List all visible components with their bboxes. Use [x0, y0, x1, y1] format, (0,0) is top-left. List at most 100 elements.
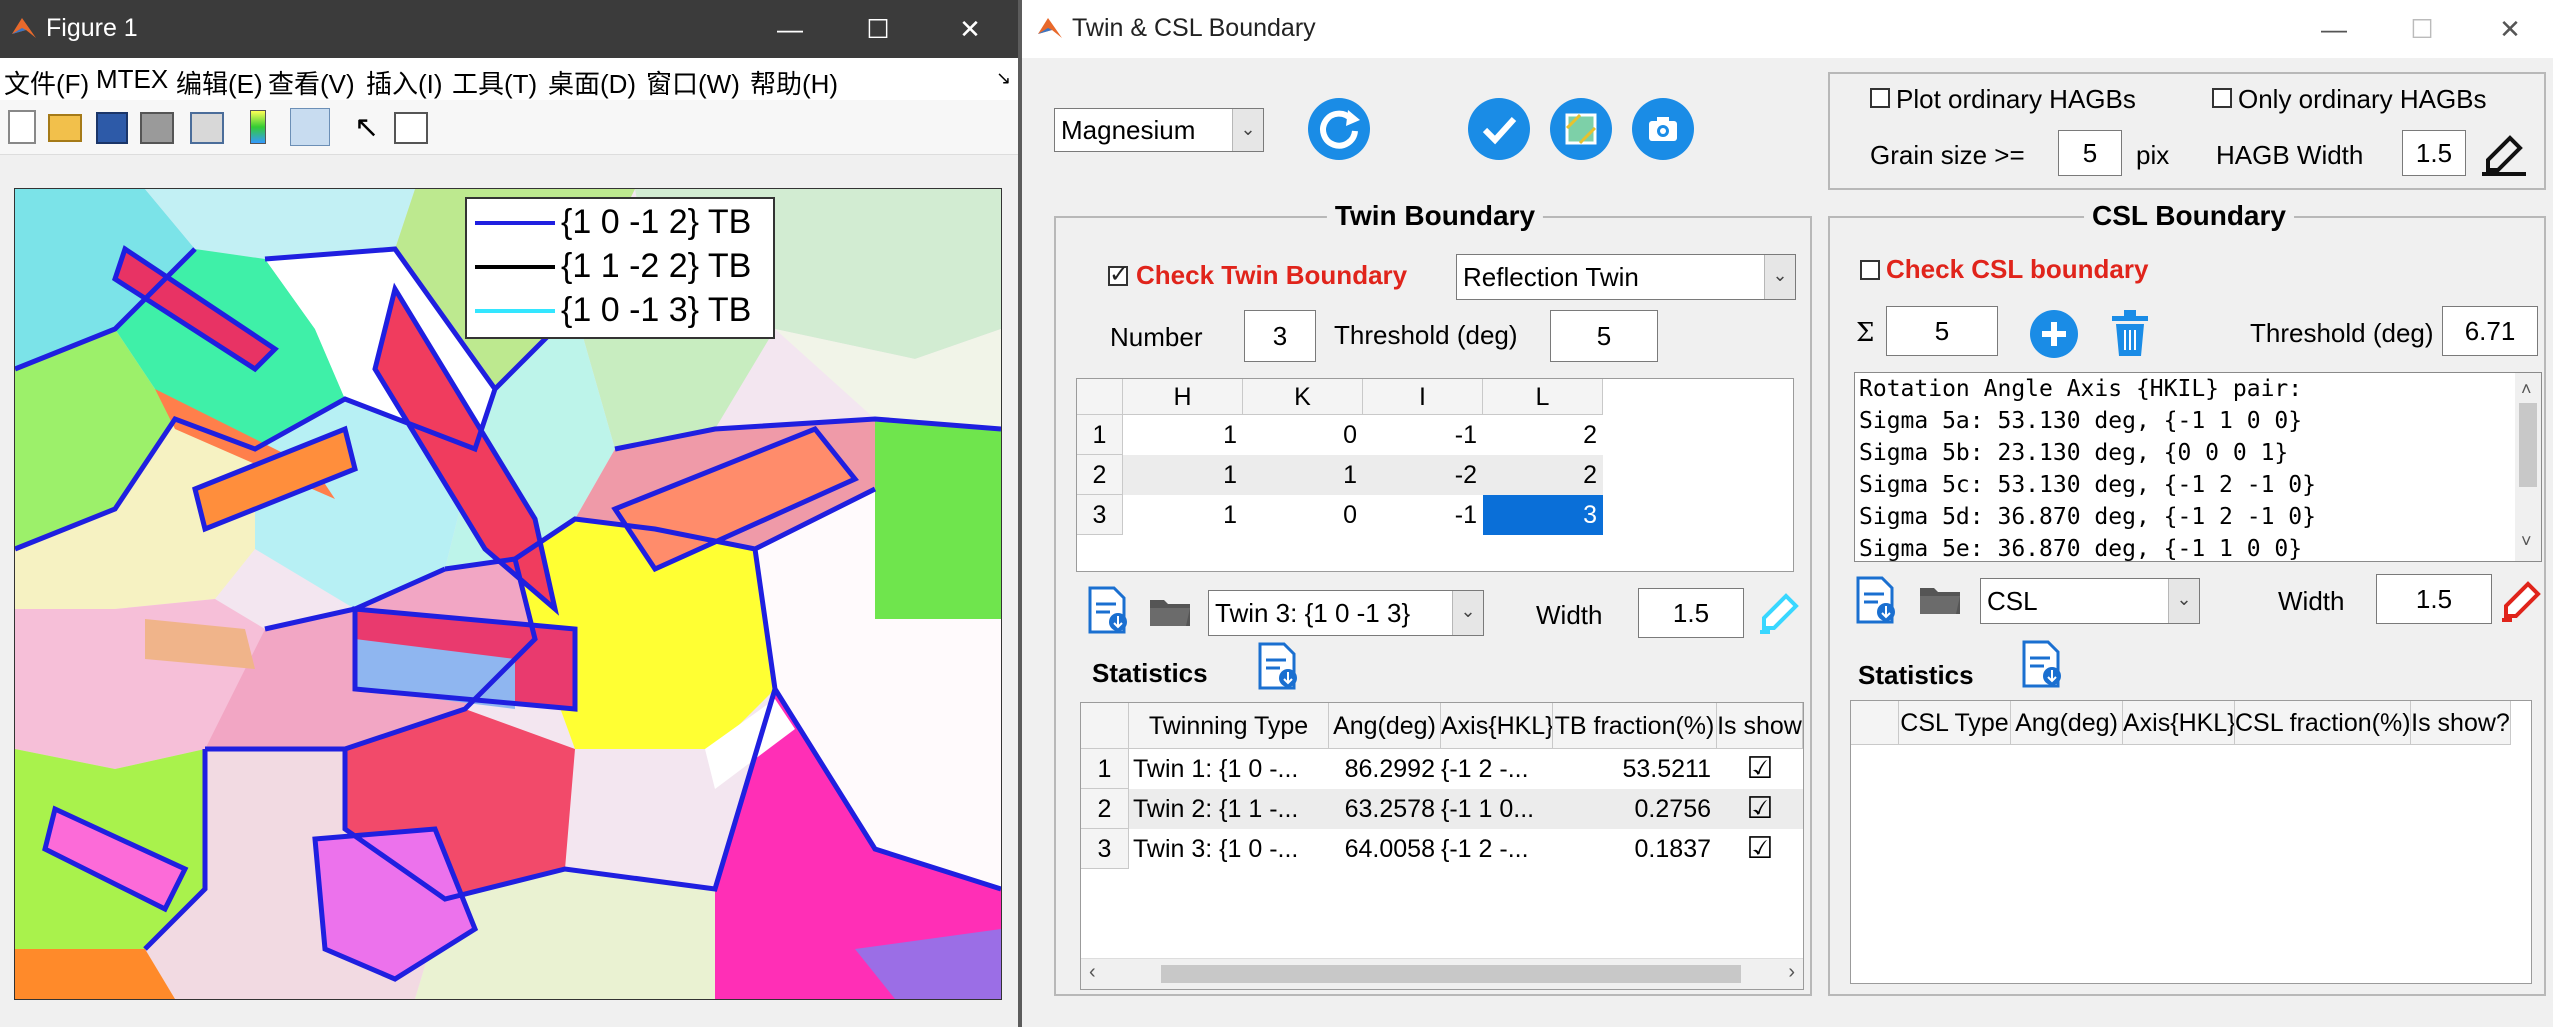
- maximize-icon[interactable]: ☐: [848, 8, 908, 50]
- twin-color-button[interactable]: [1754, 584, 1806, 636]
- table-cell[interactable]: 1: [1123, 495, 1243, 535]
- menu-desktop[interactable]: 桌面(D): [548, 64, 636, 101]
- export-statistics-button[interactable]: [1256, 642, 1300, 690]
- table-cell[interactable]: 0: [1243, 495, 1363, 535]
- map-figure-button[interactable]: [1550, 98, 1612, 160]
- scrollbar-thumb[interactable]: [1161, 965, 1741, 983]
- menu-file[interactable]: 文件(F): [4, 64, 89, 101]
- export-csl-button[interactable]: [1854, 576, 1898, 624]
- table-cell[interactable]: 63.2578: [1329, 789, 1441, 829]
- menu-view[interactable]: 查看(V): [268, 64, 355, 101]
- table-cell-selected[interactable]: 3: [1483, 495, 1603, 535]
- add-sigma-button[interactable]: [2030, 310, 2078, 358]
- twin-type-select[interactable]: Reflection Twin ⌄: [1456, 254, 1796, 300]
- table-cell[interactable]: 0: [1243, 415, 1363, 455]
- table-cell[interactable]: 0.1837: [1553, 829, 1717, 869]
- scroll-up-icon[interactable]: ˄: [2521, 373, 2532, 405]
- is-show-checkbox[interactable]: ☑: [1717, 749, 1803, 789]
- dock-arrow-icon[interactable]: ↘: [996, 68, 1011, 89]
- number-input[interactable]: 3: [1244, 310, 1316, 362]
- minimize-icon[interactable]: —: [2304, 8, 2364, 50]
- table-cell[interactable]: 64.0058: [1329, 829, 1441, 869]
- export-csl-statistics-button[interactable]: [2020, 640, 2064, 688]
- menu-insert[interactable]: 插入(I): [366, 64, 443, 101]
- sigma-input[interactable]: 5: [1886, 306, 1998, 356]
- scroll-right-icon[interactable]: ›: [1788, 961, 1795, 984]
- hagb-color-button[interactable]: [2478, 126, 2530, 178]
- twin-width-input[interactable]: 1.5: [1638, 588, 1744, 638]
- new-figure-icon[interactable]: [8, 110, 36, 144]
- print-icon[interactable]: [140, 112, 174, 144]
- col-header-k[interactable]: K: [1243, 379, 1363, 415]
- table-cell[interactable]: 53.5211: [1553, 749, 1717, 789]
- link-plot-icon[interactable]: [190, 112, 224, 144]
- col-header-is-show[interactable]: Is show?: [2411, 701, 2511, 745]
- col-header-angle[interactable]: Ang(deg): [1329, 703, 1441, 749]
- col-header-i[interactable]: I: [1363, 379, 1483, 415]
- legend-toggle-icon[interactable]: [290, 108, 330, 146]
- colorbar-icon[interactable]: [250, 110, 266, 144]
- table-cell[interactable]: 86.2992: [1329, 749, 1441, 789]
- horizontal-scrollbar[interactable]: ‹ ›: [1081, 958, 1803, 989]
- refresh-button[interactable]: [1308, 98, 1370, 160]
- open-folder-button[interactable]: [1148, 594, 1192, 628]
- col-header-axis[interactable]: Axis{HKL}: [1441, 703, 1553, 749]
- selected-twin-select[interactable]: Twin 3: {1 0 -1 3} ⌄: [1208, 590, 1484, 636]
- table-cell[interactable]: 2: [1483, 415, 1603, 455]
- table-cell[interactable]: {-1 2 -...: [1441, 829, 1553, 869]
- scroll-down-icon[interactable]: ˅: [2521, 525, 2532, 557]
- table-cell[interactable]: 1: [1123, 455, 1243, 495]
- col-header-tb-fraction[interactable]: TB fraction(%): [1553, 703, 1717, 749]
- table-cell[interactable]: -1: [1363, 415, 1483, 455]
- is-show-checkbox[interactable]: ☑: [1717, 789, 1803, 829]
- menu-help[interactable]: 帮助(H): [750, 64, 838, 101]
- open-folder-icon[interactable]: [48, 114, 82, 142]
- export-twin-button[interactable]: [1086, 586, 1130, 634]
- csl-info-textarea[interactable]: Rotation Angle Axis {HKIL} pair: Sigma 5…: [1854, 372, 2542, 562]
- scrollbar-thumb[interactable]: [2519, 403, 2537, 487]
- minimize-icon[interactable]: —: [760, 8, 820, 50]
- only-ordinary-hagbs-checkbox[interactable]: [2212, 88, 2232, 108]
- col-header-axis[interactable]: Axis{HKL}: [2123, 701, 2235, 745]
- col-header-l[interactable]: L: [1483, 379, 1603, 415]
- csl-width-input[interactable]: 1.5: [2376, 574, 2492, 624]
- col-header-csl-type[interactable]: CSL Type: [1899, 701, 2011, 745]
- phase-select[interactable]: Magnesium ⌄: [1054, 108, 1264, 152]
- maximize-icon[interactable]: ☐: [2392, 8, 2452, 50]
- csl-statistics-table[interactable]: CSL Type Ang(deg) Axis{HKL} CSL fraction…: [1850, 700, 2532, 984]
- table-cell[interactable]: 0.2756: [1553, 789, 1717, 829]
- menu-tools[interactable]: 工具(T): [452, 64, 537, 101]
- hkil-table[interactable]: H K I L 1 1 0 -1 2 2 1 1 -2 2 3 1 0 -1 3: [1076, 378, 1794, 572]
- table-cell[interactable]: 1: [1123, 415, 1243, 455]
- plot-ordinary-hagbs-checkbox[interactable]: [1870, 88, 1890, 108]
- table-cell[interactable]: 1: [1243, 455, 1363, 495]
- check-twin-boundary-checkbox[interactable]: [1108, 260, 1129, 289]
- close-icon[interactable]: ✕: [2480, 8, 2540, 50]
- col-header-twinning-type[interactable]: Twinning Type: [1129, 703, 1329, 749]
- col-header-angle[interactable]: Ang(deg): [2011, 701, 2123, 745]
- hagb-width-input[interactable]: 1.5: [2402, 130, 2466, 176]
- close-icon[interactable]: ✕: [940, 8, 1000, 50]
- table-cell[interactable]: -1: [1363, 495, 1483, 535]
- property-inspector-icon[interactable]: [394, 112, 428, 144]
- check-csl-boundary-checkbox[interactable]: [1860, 260, 1880, 280]
- screenshot-button[interactable]: [1632, 98, 1694, 160]
- is-show-checkbox[interactable]: ☑: [1717, 829, 1803, 869]
- table-cell[interactable]: Twin 2: {1 1 -...: [1129, 789, 1329, 829]
- twin-threshold-input[interactable]: 5: [1550, 310, 1658, 362]
- save-icon[interactable]: [96, 112, 128, 144]
- table-cell[interactable]: -2: [1363, 455, 1483, 495]
- open-folder-button[interactable]: [1918, 582, 1962, 616]
- menu-window[interactable]: 窗口(W): [646, 64, 740, 101]
- table-cell[interactable]: 2: [1483, 455, 1603, 495]
- table-cell[interactable]: Twin 3: {1 0 -...: [1133, 829, 1329, 869]
- table-cell[interactable]: {-1 2 -...: [1441, 749, 1553, 789]
- apply-button[interactable]: [1468, 98, 1530, 160]
- col-header-csl-fraction[interactable]: CSL fraction(%): [2235, 701, 2411, 745]
- col-header-h[interactable]: H: [1123, 379, 1243, 415]
- menu-mtex[interactable]: MTEX: [96, 64, 168, 95]
- table-cell[interactable]: {-1 1 0...: [1441, 789, 1553, 829]
- twin-statistics-table[interactable]: Twinning Type Ang(deg) Axis{HKL} TB frac…: [1080, 702, 1804, 990]
- csl-type-select[interactable]: CSL ⌄: [1980, 578, 2200, 624]
- pointer-icon[interactable]: ↖: [354, 110, 379, 145]
